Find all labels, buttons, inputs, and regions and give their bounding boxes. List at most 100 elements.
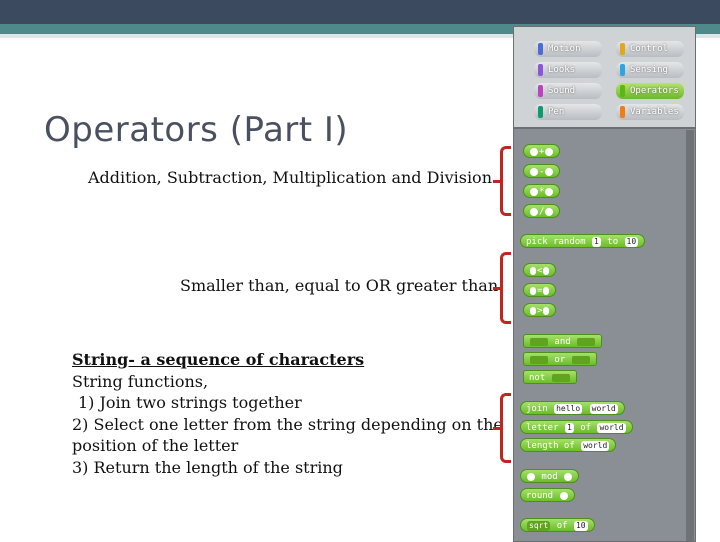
category-control[interactable]: Control <box>616 41 684 57</box>
bracket-arithmetic <box>493 146 511 216</box>
palette-scrollbar[interactable] <box>686 130 694 541</box>
join-block[interactable]: join hello world <box>520 401 625 415</box>
sensing-color-icon <box>620 64 625 76</box>
category-label: Looks <box>548 65 576 75</box>
boolean-slot[interactable] <box>530 337 548 346</box>
operand-slot[interactable] <box>545 167 554 176</box>
block-label: not <box>529 373 546 383</box>
block-symbol: < <box>537 266 543 276</box>
length-of-block[interactable]: length of world <box>520 438 617 452</box>
arithmetic-caption: Addition, Subtraction, Multiplication an… <box>88 168 492 187</box>
block-label: of <box>556 521 568 531</box>
category-pen[interactable]: Pen <box>534 104 602 120</box>
mod-block[interactable]: mod <box>520 469 580 483</box>
sound-color-icon <box>538 85 543 97</box>
operand-slot[interactable] <box>530 207 538 216</box>
block-symbol: + <box>539 147 545 157</box>
bracket-comparison <box>493 252 511 324</box>
or-block[interactable]: or <box>523 352 597 366</box>
equals-block[interactable]: = <box>523 283 557 297</box>
category-variables[interactable]: Variables <box>616 104 684 120</box>
letter-word-slot[interactable]: world <box>597 422 626 433</box>
slide-top-bar <box>0 0 720 24</box>
category-label: Sensing <box>630 65 668 75</box>
bracket-string <box>493 393 511 463</box>
operand-slot[interactable] <box>545 207 554 216</box>
function-dropdown[interactable]: sqrt <box>527 520 551 531</box>
operand-slot[interactable] <box>559 491 568 500</box>
and-block[interactable]: and <box>523 334 603 348</box>
operand-slot[interactable] <box>530 306 536 315</box>
operand-slot[interactable] <box>543 306 550 315</box>
block-symbol: = <box>537 286 543 296</box>
block-symbol: / <box>539 207 545 217</box>
block-label: of <box>580 423 592 433</box>
comparison-caption: Smaller than, equal to OR greater than <box>180 276 499 295</box>
operand-slot[interactable] <box>530 167 538 176</box>
add-block[interactable]: + <box>523 144 561 158</box>
string-item-1: 1) Join two strings together <box>78 393 302 412</box>
not-block[interactable]: not <box>523 370 577 384</box>
category-label: Motion <box>548 44 581 54</box>
boolean-slot[interactable] <box>577 337 596 346</box>
category-label: Sound <box>548 86 576 96</box>
category-looks[interactable]: Looks <box>534 62 602 78</box>
slide-title: Operators (Part I) <box>44 110 349 150</box>
operand-slot[interactable] <box>527 472 535 481</box>
multiply-block[interactable]: * <box>523 184 561 198</box>
block-label: letter <box>526 423 559 433</box>
letter-index-slot[interactable]: 1 <box>564 422 574 433</box>
category-sensing[interactable]: Sensing <box>616 62 684 78</box>
boolean-slot[interactable] <box>551 373 570 382</box>
operand-slot[interactable] <box>564 472 573 481</box>
string-item-3: 3) Return the length of the string <box>72 458 343 477</box>
block-label: pick random <box>526 237 586 247</box>
subtract-block[interactable]: - <box>523 164 561 178</box>
greater-than-block[interactable]: > <box>523 303 557 317</box>
category-label: Control <box>630 44 668 54</box>
operators-palette: + - * / pick random 1 to 10 < = > and or… <box>514 130 695 541</box>
pick-random-block[interactable]: pick random 1 to 10 <box>520 234 646 248</box>
category-sound[interactable]: Sound <box>534 83 602 99</box>
boolean-slot[interactable] <box>571 355 590 364</box>
category-selector: Motion Control Looks Sensing Sound Opera… <box>514 27 695 129</box>
operand-slot[interactable] <box>530 147 538 156</box>
block-symbol: - <box>539 167 545 177</box>
block-label: join <box>526 404 548 414</box>
category-label: Operators <box>630 86 679 96</box>
round-block[interactable]: round <box>520 488 575 502</box>
category-label: Variables <box>630 107 679 117</box>
operand-slot[interactable] <box>530 187 538 196</box>
pick-to-slot[interactable]: 10 <box>624 236 639 247</box>
join-first-slot[interactable]: hello <box>554 403 583 414</box>
sqrt-of-block[interactable]: sqrt of 10 <box>520 518 595 532</box>
join-second-slot[interactable]: world <box>589 403 618 414</box>
category-operators[interactable]: Operators <box>616 83 684 99</box>
category-motion[interactable]: Motion <box>534 41 602 57</box>
scratch-block-palette: Motion Control Looks Sensing Sound Opera… <box>513 26 696 542</box>
operand-slot[interactable] <box>543 266 550 275</box>
motion-color-icon <box>538 43 543 55</box>
block-symbol: > <box>537 306 543 316</box>
category-label: Pen <box>548 107 565 117</box>
operand-slot[interactable] <box>545 147 554 156</box>
operators-color-icon <box>620 85 625 97</box>
pen-color-icon <box>538 106 543 118</box>
boolean-slot[interactable] <box>530 355 548 364</box>
looks-color-icon <box>538 64 543 76</box>
block-label: round <box>526 491 554 501</box>
block-symbol: * <box>539 187 545 197</box>
string-functions-label: String functions, <box>72 372 209 391</box>
block-label: to <box>607 237 619 247</box>
pick-from-slot[interactable]: 1 <box>592 236 601 247</box>
string-heading: String- a sequence of characters <box>72 350 365 369</box>
letter-of-block[interactable]: letter 1 of world <box>520 420 633 434</box>
length-word-slot[interactable]: world <box>581 440 610 451</box>
sqrt-value-slot[interactable]: 10 <box>573 520 588 531</box>
less-than-block[interactable]: < <box>523 263 557 277</box>
divide-block[interactable]: / <box>523 204 561 218</box>
operand-slot[interactable] <box>530 266 536 275</box>
operand-slot[interactable] <box>530 286 536 295</box>
operand-slot[interactable] <box>543 286 550 295</box>
operand-slot[interactable] <box>545 187 554 196</box>
